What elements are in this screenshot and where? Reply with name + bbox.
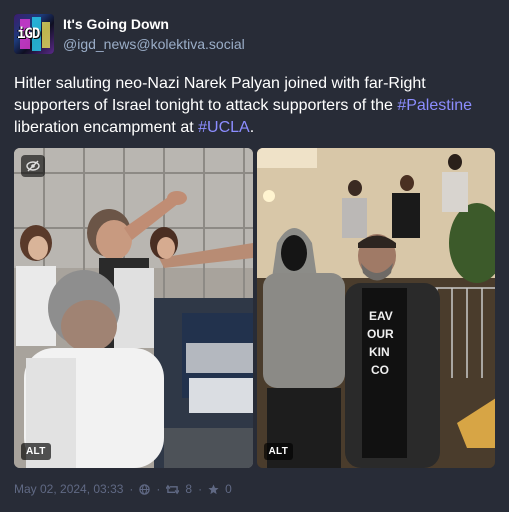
alt-text-badge[interactable]: ALT	[21, 443, 51, 460]
hide-media-button[interactable]	[21, 155, 45, 177]
display-name[interactable]: It's Going Down	[63, 15, 245, 33]
account-names: It's Going Down @igd_news@kolektiva.soci…	[63, 15, 245, 53]
globe-icon	[139, 483, 151, 495]
boost-icon[interactable]	[166, 484, 180, 495]
status-header: iGD It's Going Down @igd_news@kolektiva.…	[14, 13, 495, 55]
status-footer: May 02, 2024, 03:33 · · 8 · 0	[14, 482, 232, 496]
media-gallery: ALT EAV OUR KIN CO ALT	[14, 148, 495, 468]
alt-text-badge[interactable]: ALT	[263, 443, 294, 460]
status-text: .	[249, 119, 255, 136]
photo-right: EAV OUR KIN CO	[256, 148, 495, 468]
media-image-2[interactable]: EAV OUR KIN CO ALT	[256, 148, 495, 468]
separator-dot: ·	[198, 482, 203, 496]
account-handle[interactable]: @igd_news@kolektiva.social	[63, 35, 245, 53]
timestamp-link[interactable]: May 02, 2024, 03:33	[14, 482, 123, 496]
star-icon[interactable]	[208, 483, 219, 495]
photo-left	[14, 148, 253, 468]
boost-count: 8	[185, 482, 193, 496]
separator-dot: ·	[156, 482, 161, 496]
eye-slash-icon	[26, 160, 40, 172]
hashtag-link-ucla[interactable]: #UCLA	[198, 119, 250, 136]
avatar-logo-text: iGD	[17, 26, 40, 42]
separator-dot: ·	[129, 482, 134, 496]
shirt-text-3: KIN	[369, 345, 390, 359]
shirt-text-2: OUR	[367, 327, 394, 341]
hashtag-link-palestine[interactable]: #Palestine	[397, 97, 472, 114]
shirt-text-1: EAV	[369, 309, 393, 323]
status-card: iGD It's Going Down @igd_news@kolektiva.…	[0, 0, 509, 512]
favourite-count: 0	[225, 482, 232, 496]
status-content: Hitler saluting neo-Nazi Narek Palyan jo…	[14, 73, 494, 139]
status-text: Hitler saluting neo-Nazi Narek Palyan jo…	[14, 75, 426, 114]
media-image-1[interactable]: ALT	[14, 148, 253, 468]
status-text: liberation encampment at	[14, 119, 199, 136]
shirt-text-4: CO	[371, 363, 389, 377]
avatar[interactable]: iGD	[14, 14, 54, 54]
